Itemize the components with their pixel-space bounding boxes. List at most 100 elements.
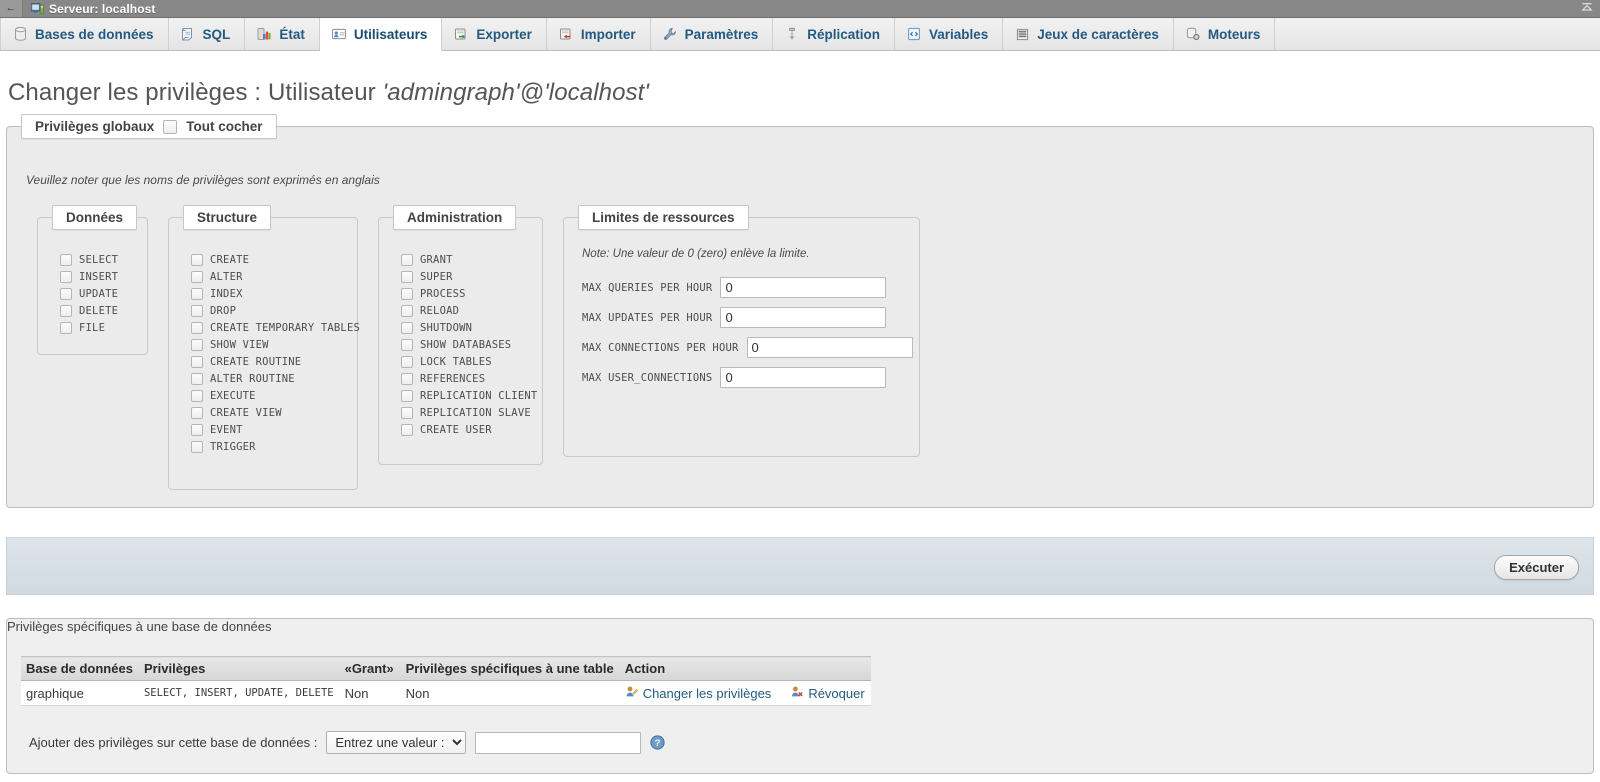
privilege-row[interactable]: SELECT	[60, 251, 147, 268]
privilege-row[interactable]: SHOW DATABASES	[401, 336, 542, 353]
privilege-row[interactable]: RELOAD	[401, 302, 542, 319]
privilege-label: GRANT	[420, 253, 453, 266]
privilege-row[interactable]: REPLICATION CLIENT	[401, 387, 542, 404]
nav-tab-jeux-de-caracteres[interactable]: Jeux de caractères	[1003, 18, 1174, 50]
max-user-connections-input[interactable]	[720, 367, 887, 388]
privilege-checkbox-drop[interactable]	[191, 304, 203, 317]
privilege-checkbox-show-view[interactable]	[191, 338, 203, 351]
help-icon[interactable]: ?	[650, 735, 665, 750]
replication-icon	[784, 26, 800, 42]
privilege-row[interactable]: LOCK TABLES	[401, 353, 542, 370]
privilege-checkbox-grant[interactable]	[401, 253, 413, 266]
nav-tab-variables[interactable]: Variables	[895, 18, 1004, 50]
nav-tab-parametres[interactable]: Paramètres	[651, 18, 774, 50]
privilege-checkbox-alter-routine[interactable]	[191, 372, 203, 385]
privilege-checkbox-delete[interactable]	[60, 304, 72, 317]
add-privileges-database-select[interactable]: Entrez une valeur : Utiliser le texte : …	[326, 731, 467, 754]
privilege-row[interactable]: REPLICATION SLAVE	[401, 404, 542, 421]
export-icon	[453, 26, 469, 42]
privilege-label: CREATE ROUTINE	[210, 355, 302, 368]
privilege-row[interactable]: FILE	[60, 319, 147, 336]
resource-limit-row: MAX UPDATES PER HOUR	[582, 307, 919, 328]
privilege-checkbox-create-view[interactable]	[191, 406, 203, 419]
administration-legend: Administration	[393, 205, 517, 230]
nav-tab-exporter[interactable]: Exporter	[442, 18, 547, 50]
privilege-checkbox-trigger[interactable]	[191, 440, 203, 453]
privilege-row[interactable]: CREATE VIEW	[191, 404, 357, 421]
privilege-checkbox-replication-slave[interactable]	[401, 406, 413, 419]
execute-button[interactable]: Exécuter	[1494, 555, 1579, 580]
privilege-checkbox-create-temporary-tables[interactable]	[191, 321, 203, 334]
privilege-label: INSERT	[79, 270, 119, 283]
administration-fieldset: Administration GRANT SUPER PROCESS RELOA…	[378, 205, 543, 465]
nav-tab-sql[interactable]: SQL	[169, 18, 246, 50]
privilege-checkbox-index[interactable]	[191, 287, 203, 300]
privilege-row[interactable]: EXECUTE	[191, 387, 357, 404]
privilege-row[interactable]: SHOW VIEW	[191, 336, 357, 353]
nav-tab-utilisateurs[interactable]: Utilisateurs	[319, 18, 443, 51]
privilege-checkbox-references[interactable]	[401, 372, 413, 385]
chart-bar-icon	[256, 26, 272, 42]
privilege-checkbox-file[interactable]	[60, 321, 72, 334]
back-button[interactable]: ←	[0, 0, 23, 17]
max-updates-per-hour-input[interactable]	[720, 307, 887, 328]
max-queries-per-hour-input[interactable]	[720, 277, 887, 298]
revoke-privileges-link[interactable]: Révoquer	[808, 686, 864, 701]
privilege-row[interactable]: PROCESS	[401, 285, 542, 302]
privilege-row[interactable]: INDEX	[191, 285, 357, 302]
privilege-checkbox-reload[interactable]	[401, 304, 413, 317]
privilege-checkbox-super[interactable]	[401, 270, 413, 283]
privilege-checkbox-execute[interactable]	[191, 389, 203, 402]
privilege-checkbox-shutdown[interactable]	[401, 321, 413, 334]
wrench-icon	[662, 26, 678, 42]
privilege-checkbox-event[interactable]	[191, 423, 203, 436]
global-privileges-legend-label: Privilèges globaux	[35, 119, 155, 134]
table-row: graphique SELECT, INSERT, UPDATE, DELETE…	[21, 680, 871, 706]
resource-limit-row: MAX USER_CONNECTIONS	[582, 367, 919, 388]
privilege-checkbox-create-user[interactable]	[401, 423, 413, 436]
privilege-checkbox-alter[interactable]	[191, 270, 203, 283]
privilege-checkbox-insert[interactable]	[60, 270, 72, 283]
nav-tab-bases-de-donnees[interactable]: Bases de données	[0, 18, 169, 50]
privilege-row[interactable]: GRANT	[401, 251, 542, 268]
privilege-checkbox-replication-client[interactable]	[401, 389, 413, 402]
privilege-checkbox-select[interactable]	[60, 253, 72, 266]
privilege-row[interactable]: SHUTDOWN	[401, 319, 542, 336]
privilege-label: CREATE	[210, 253, 250, 266]
privilege-row[interactable]: TRIGGER	[191, 438, 357, 455]
nav-tab-replication[interactable]: Réplication	[773, 18, 895, 50]
privilege-checkbox-process[interactable]	[401, 287, 413, 300]
cell-privileges: SELECT, INSERT, UPDATE, DELETE	[138, 680, 340, 706]
privilege-row[interactable]: CREATE ROUTINE	[191, 353, 357, 370]
privilege-row[interactable]: ALTER ROUTINE	[191, 370, 357, 387]
edit-privileges-link[interactable]: Changer les privilèges	[643, 686, 772, 701]
nav-tab-moteurs[interactable]: Moteurs	[1174, 18, 1276, 50]
add-privileges-database-input[interactable]	[475, 731, 642, 754]
privilege-groups: Données SELECT INSERT UPDATE DELETE FILE…	[37, 205, 920, 490]
resource-limit-row: MAX QUERIES PER HOUR	[582, 277, 919, 298]
privilege-row[interactable]: DELETE	[60, 302, 147, 319]
privilege-row[interactable]: DROP	[191, 302, 357, 319]
collapse-panel-icon[interactable]	[1580, 1, 1594, 17]
nav-tab-importer[interactable]: Importer	[547, 18, 651, 50]
privilege-row[interactable]: CREATE TEMPORARY TABLES	[191, 319, 360, 336]
page-title: Changer les privilèges : Utilisateur 'ad…	[8, 79, 1600, 107]
privilege-row[interactable]: INSERT	[60, 268, 147, 285]
privilege-row[interactable]: ALTER	[191, 268, 357, 285]
privilege-row[interactable]: UPDATE	[60, 285, 147, 302]
donnees-checkbox-list: SELECT INSERT UPDATE DELETE FILE	[38, 218, 147, 336]
privilege-checkbox-create-routine[interactable]	[191, 355, 203, 368]
privilege-row[interactable]: SUPER	[401, 268, 542, 285]
privilege-checkbox-lock-tables[interactable]	[401, 355, 413, 368]
privilege-checkbox-update[interactable]	[60, 287, 72, 300]
nav-tab-etat[interactable]: État	[245, 18, 320, 50]
check-all-checkbox[interactable]	[163, 119, 178, 134]
privilege-checkbox-show-databases[interactable]	[401, 338, 413, 351]
privilege-row[interactable]: REFERENCES	[401, 370, 542, 387]
privilege-checkbox-create[interactable]	[191, 253, 203, 266]
privilege-row[interactable]: EVENT	[191, 421, 357, 438]
privilege-row[interactable]: CREATE USER	[401, 421, 542, 438]
privilege-row[interactable]: CREATE	[191, 251, 357, 268]
sql-scroll-icon	[180, 26, 196, 42]
max-connections-per-hour-input[interactable]	[746, 337, 913, 358]
